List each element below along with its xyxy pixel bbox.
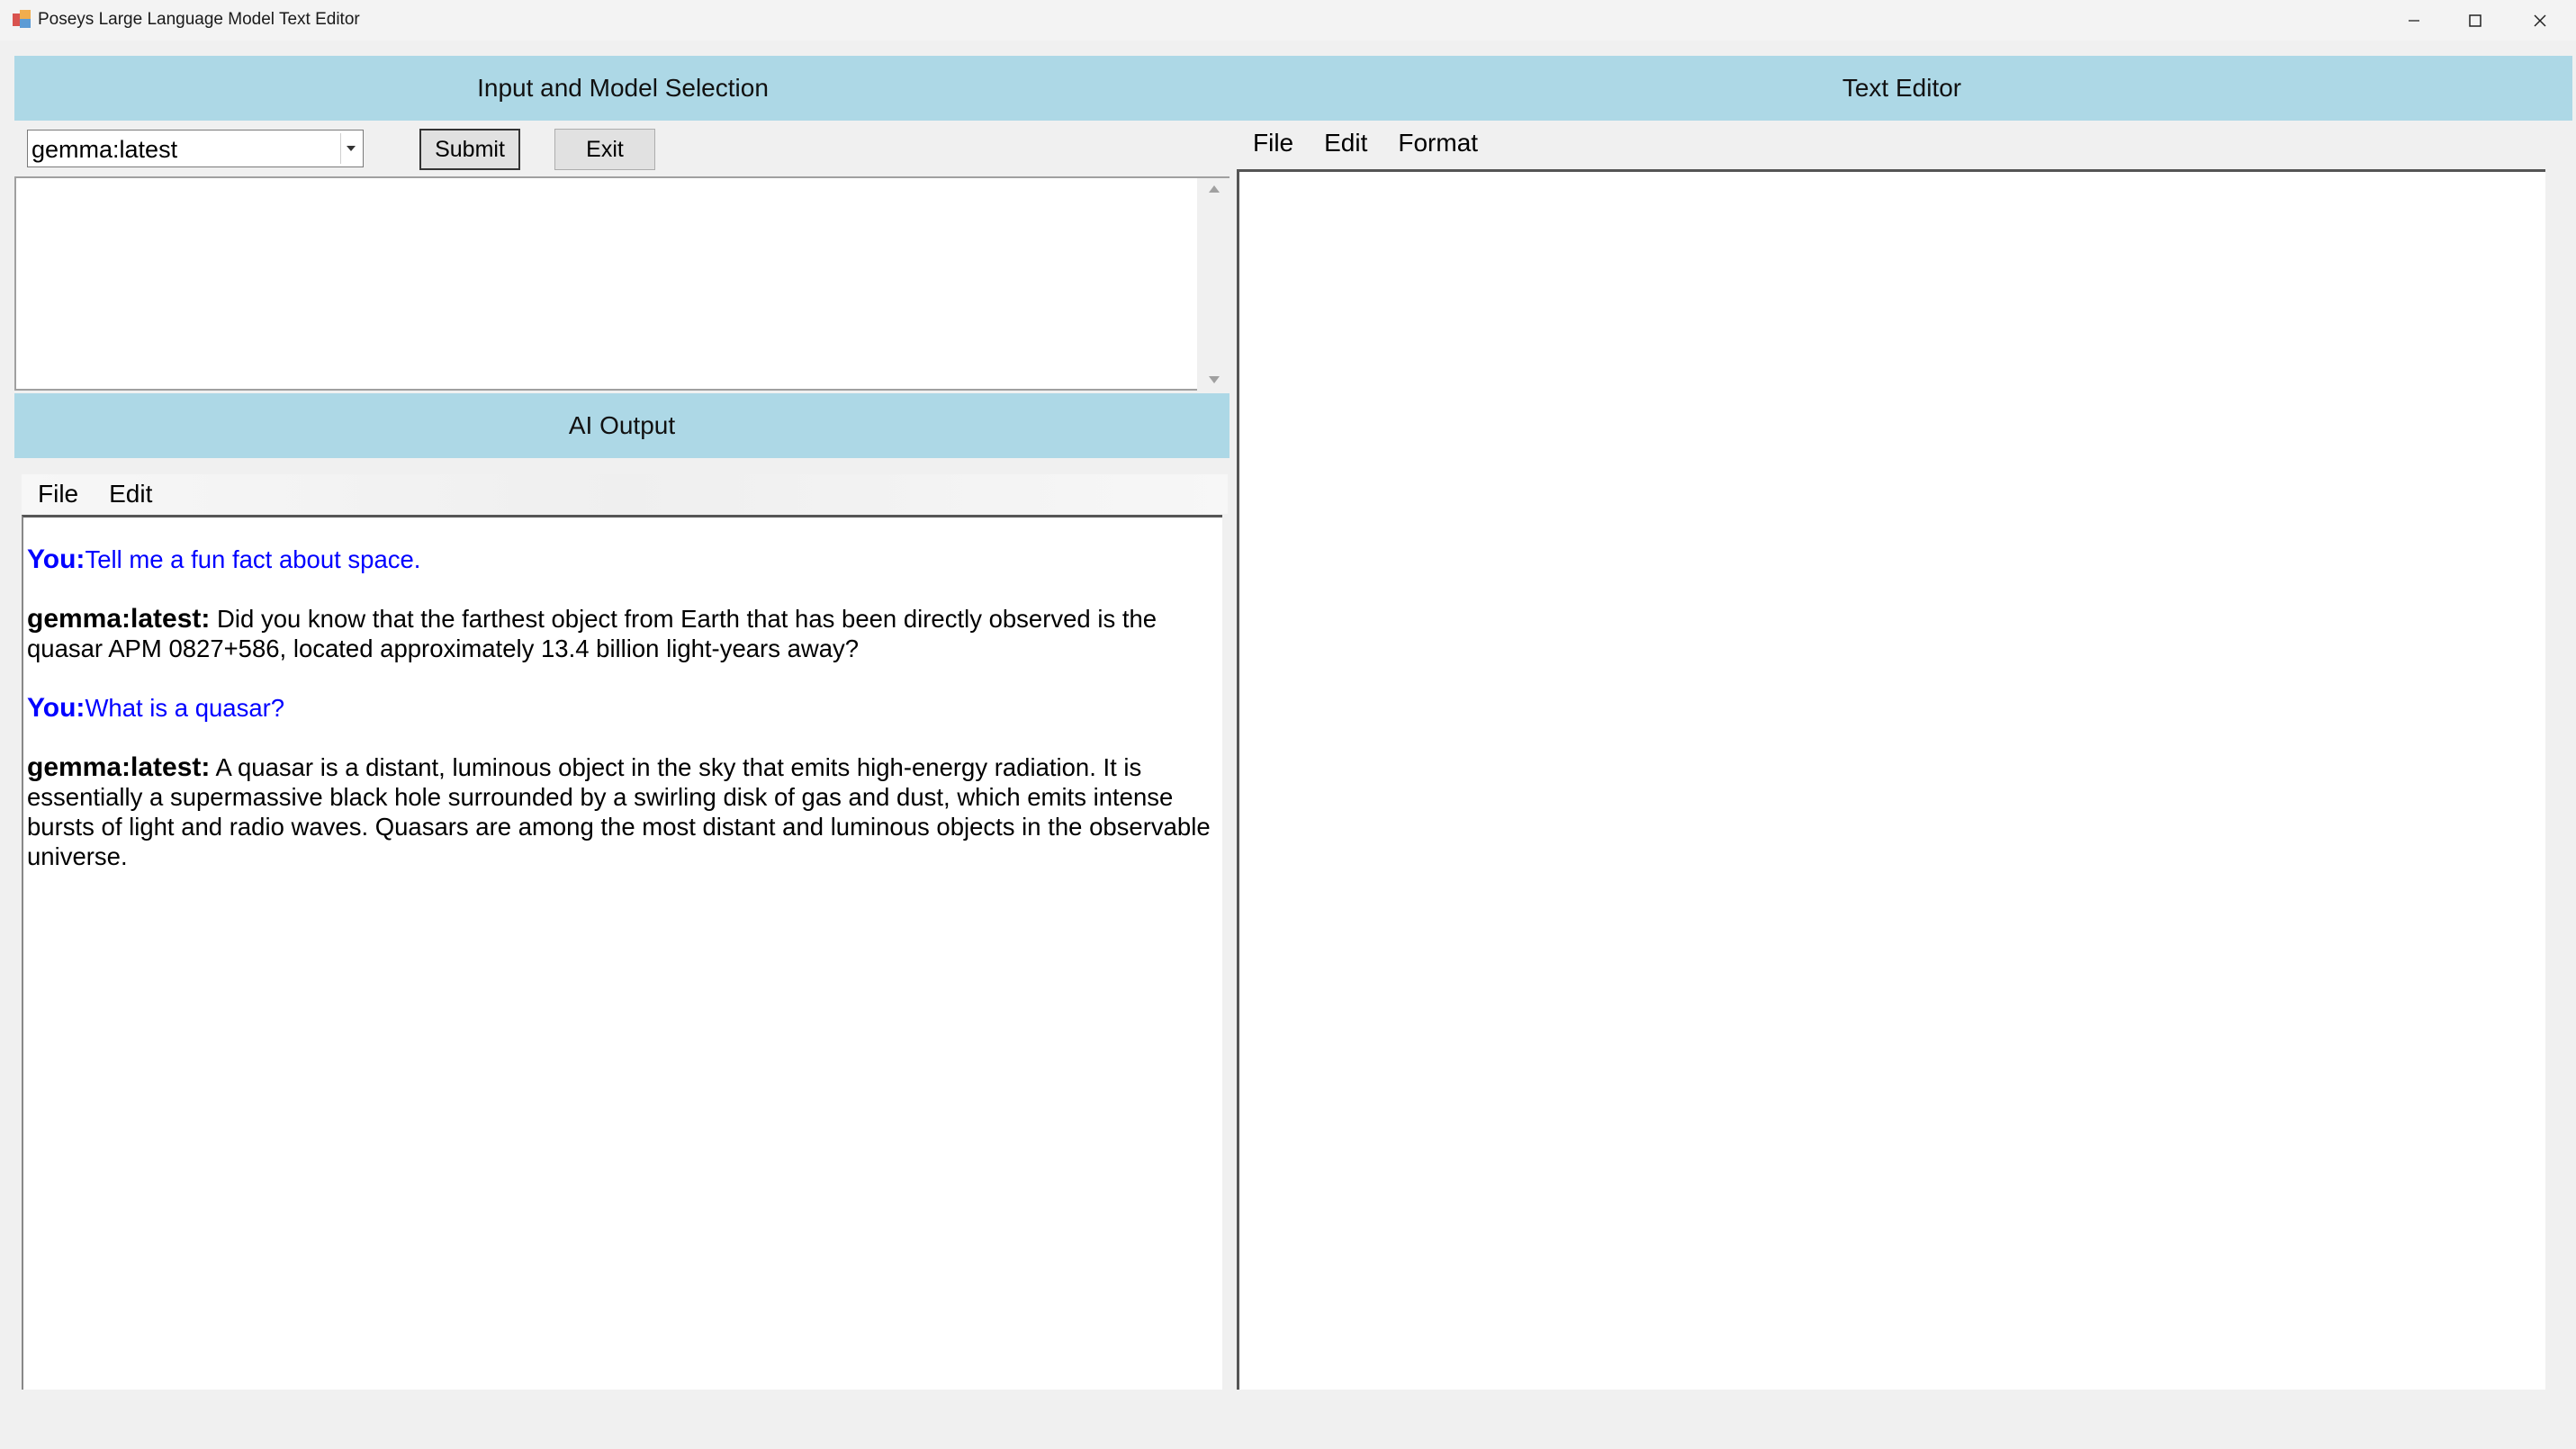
editor-menubar: File Edit Format xyxy=(1235,123,2567,163)
chat-message-text: What is a quasar? xyxy=(85,694,285,722)
text-editor-textarea[interactable] xyxy=(1237,169,2545,1390)
window-title: Poseys Large Language Model Text Editor xyxy=(38,10,360,29)
submit-button[interactable]: Submit xyxy=(419,129,520,170)
chat-speaker-label: gemma:latest: xyxy=(27,752,211,782)
ai-output-textbox[interactable]: You:Tell me a fun fact about space. gemm… xyxy=(22,515,1222,1390)
window-bottom-area xyxy=(0,1390,2576,1449)
minimize-button[interactable] xyxy=(2383,0,2445,40)
text-editor-header: Text Editor xyxy=(1231,56,2572,121)
title-bar[interactable]: Poseys Large Language Model Text Editor xyxy=(0,0,2576,40)
chat-log: You:Tell me a fun fact about space. gemm… xyxy=(27,544,1217,901)
exit-button[interactable]: Exit xyxy=(554,129,655,170)
editor-menu-file[interactable]: File xyxy=(1253,129,1293,158)
model-dropdown-value: gemma:latest xyxy=(32,136,178,163)
chat-speaker-label: You: xyxy=(27,544,86,574)
close-button[interactable] xyxy=(2509,0,2571,40)
app-window: Poseys Large Language Model Text Editor … xyxy=(0,0,2576,1449)
maximize-button[interactable] xyxy=(2445,0,2506,40)
chat-message-ai: gemma:latest: Did you know that the fart… xyxy=(27,604,1217,663)
ai-menu-edit[interactable]: Edit xyxy=(109,480,152,508)
prompt-input[interactable] xyxy=(14,176,1229,391)
chat-message-user: You:Tell me a fun fact about space. xyxy=(27,544,1217,574)
maximize-icon xyxy=(2469,14,2481,27)
chat-message-ai: gemma:latest: A quasar is a distant, lum… xyxy=(27,752,1217,871)
chat-message-text: Tell me a fun fact about space. xyxy=(85,545,421,573)
chat-message-user: You:What is a quasar? xyxy=(27,693,1217,723)
ai-output-menubar: File Edit xyxy=(22,474,1228,514)
editor-menu-format[interactable]: Format xyxy=(1398,129,1478,158)
chat-speaker-label: You: xyxy=(27,693,86,723)
scroll-down-icon[interactable] xyxy=(1209,376,1220,383)
prompt-scrollbar[interactable] xyxy=(1197,178,1229,391)
app-icon xyxy=(13,10,32,30)
minimize-icon xyxy=(2409,19,2419,22)
close-icon xyxy=(2534,14,2546,27)
ai-output-header: AI Output xyxy=(14,393,1229,458)
model-dropdown[interactable]: gemma:latest xyxy=(27,130,364,167)
ai-menu-file[interactable]: File xyxy=(38,480,78,508)
chevron-down-icon[interactable] xyxy=(340,133,360,164)
chat-speaker-label: gemma:latest: xyxy=(27,604,211,634)
scroll-up-icon[interactable] xyxy=(1209,185,1220,193)
editor-menu-edit[interactable]: Edit xyxy=(1324,129,1367,158)
input-section-header: Input and Model Selection xyxy=(14,56,1231,121)
